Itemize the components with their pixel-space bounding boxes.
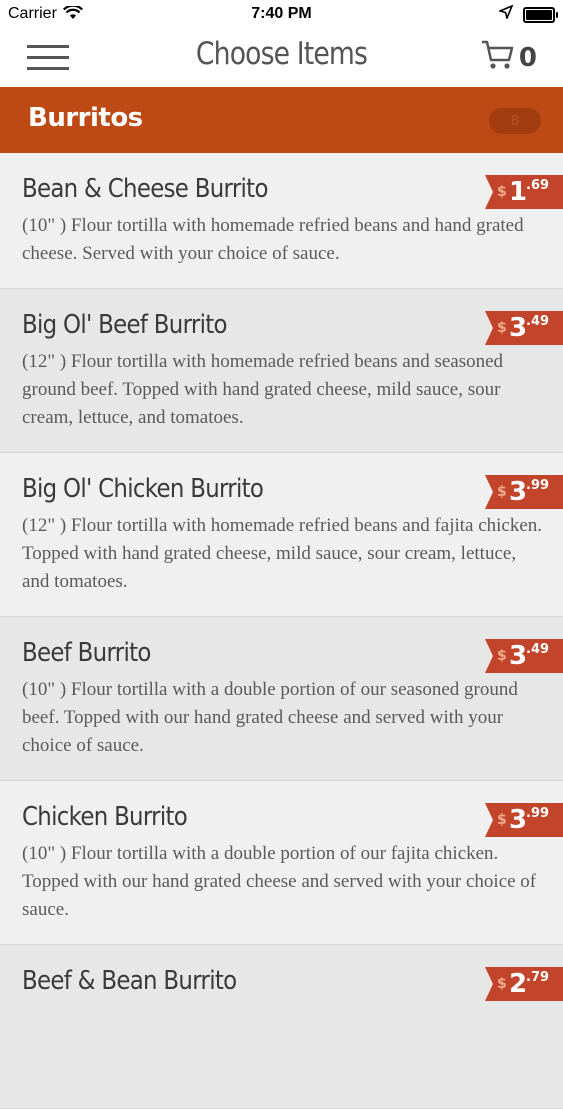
item-description: (10" ) Flour tortilla with a double port… — [22, 679, 518, 756]
menu-item[interactable]: Beef Burrito (10" ) Flour tortilla with … — [0, 617, 563, 781]
item-description: (10" ) Flour tortilla with a double port… — [22, 843, 537, 920]
location-arrow-icon — [497, 4, 514, 24]
item-name: Bean & Cheese Burrito — [22, 174, 268, 204]
price-cents: .79 — [526, 970, 550, 985]
price-whole: 3 — [509, 313, 528, 343]
price-cents: .49 — [526, 642, 550, 657]
price-tag: $ 3 .49 — [485, 311, 563, 345]
price-dollar-sign: $ — [497, 320, 507, 336]
price-tag: $ 2 .79 — [485, 967, 563, 1001]
cart-count: 0 — [518, 42, 537, 73]
price-cents: .99 — [526, 478, 550, 493]
price-whole: 2 — [509, 969, 528, 999]
price-dollar-sign: $ — [497, 184, 507, 200]
menu-item[interactable]: Big Ol' Chicken Burrito (12" ) Flour tor… — [0, 453, 563, 617]
item-name: Beef & Bean Burrito — [22, 966, 237, 996]
price-whole: 1 — [509, 177, 528, 207]
price-cents: .49 — [526, 314, 550, 329]
price-dollar-sign: $ — [497, 976, 507, 992]
item-name: Beef Burrito — [22, 638, 151, 668]
price-dollar-sign: $ — [497, 648, 507, 664]
price-whole: 3 — [509, 477, 528, 507]
price-tag: $ 1 .69 — [485, 175, 563, 209]
item-description: (12" ) Flour tortilla with homemade refr… — [22, 515, 543, 592]
item-name: Big Ol' Beef Burrito — [22, 310, 228, 340]
menu-item[interactable]: Chicken Burrito (10" ) Flour tortilla wi… — [0, 781, 563, 945]
category-header[interactable]: Burritos 8 — [0, 87, 563, 153]
cart-icon — [481, 39, 515, 76]
status-bar: Carrier 7:40 PM — [0, 0, 563, 30]
nav-bar: Choose Items 0 — [0, 30, 563, 87]
status-right — [497, 4, 558, 24]
status-time: 7:40 PM — [251, 5, 312, 22]
item-description: (12" ) Flour tortilla with homemade refr… — [22, 351, 504, 428]
item-description: (10" ) Flour tortilla with homemade refr… — [22, 215, 524, 264]
price-whole: 3 — [509, 805, 528, 835]
page-title: Choose Items — [195, 36, 368, 72]
price-cents: .69 — [526, 178, 550, 193]
price-dollar-sign: $ — [497, 812, 507, 828]
price-whole: 3 — [509, 641, 528, 671]
category-count-badge: 8 — [489, 108, 541, 134]
price-tag: $ 3 .99 — [485, 475, 563, 509]
cart-button[interactable]: 0 — [481, 39, 537, 76]
battery-icon — [523, 6, 558, 23]
price-tag: $ 3 .99 — [485, 803, 563, 837]
price-cents: .99 — [526, 806, 550, 821]
price-dollar-sign: $ — [497, 484, 507, 500]
price-tag: $ 3 .49 — [485, 639, 563, 673]
menu-item[interactable]: Beef & Bean Burrito $ 2 .79 — [0, 945, 563, 1109]
item-name: Chicken Burrito — [22, 802, 188, 832]
menu-item[interactable]: Big Ol' Beef Burrito (12" ) Flour tortil… — [0, 289, 563, 453]
category-title: Burritos — [28, 103, 143, 133]
item-name: Big Ol' Chicken Burrito — [22, 474, 264, 504]
menu-list: Bean & Cheese Burrito (10" ) Flour torti… — [0, 153, 563, 1109]
menu-item[interactable]: Bean & Cheese Burrito (10" ) Flour torti… — [0, 153, 563, 289]
